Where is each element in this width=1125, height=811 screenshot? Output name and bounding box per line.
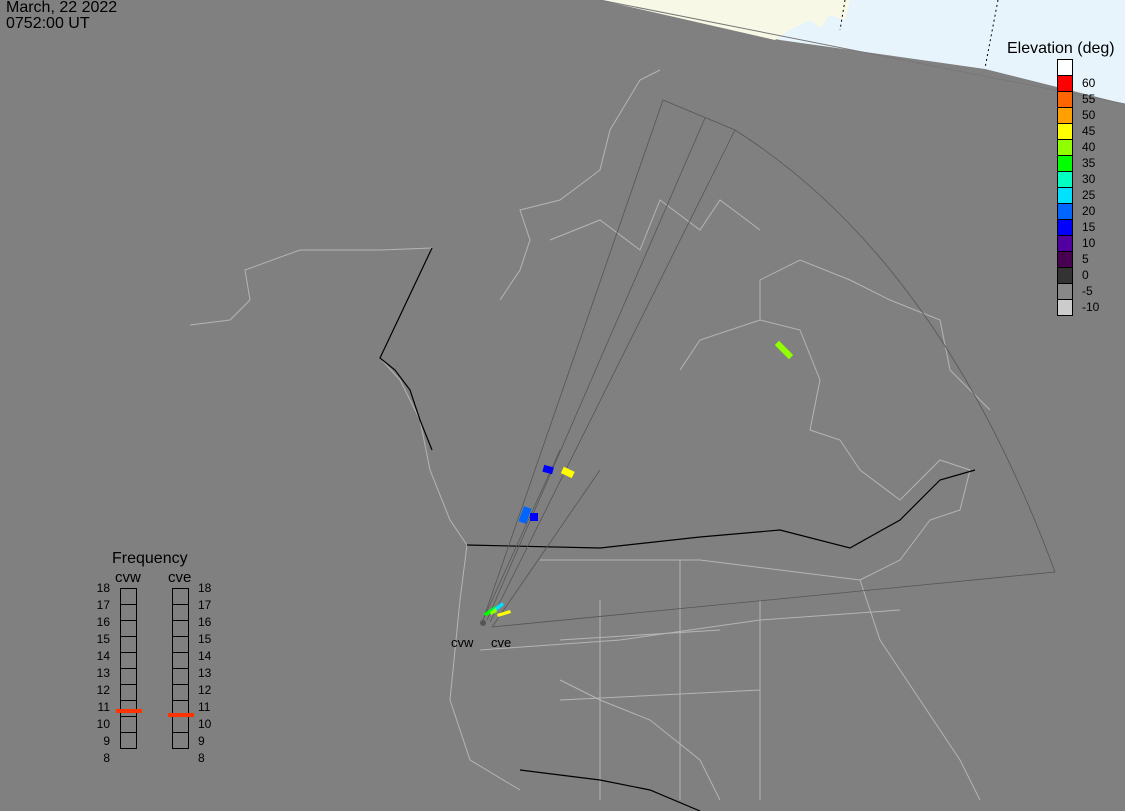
- frequency-tick-label: 10: [96, 717, 110, 731]
- colorbar-label: 55: [1082, 92, 1096, 106]
- frequency-tick-label: 11: [198, 700, 211, 714]
- frequency-tick-label: 9: [198, 734, 205, 748]
- frequency-tick-label: 13: [96, 666, 110, 680]
- borders: [379, 247, 976, 811]
- frequency-cell: [172, 620, 189, 637]
- colorbar-cell: [1057, 91, 1073, 108]
- frequency-tick-label: 8: [198, 751, 205, 765]
- time-label: 0752:00 UT: [6, 15, 90, 32]
- frequency-marker-cvw: [116, 709, 142, 714]
- frequency-tick-label: 16: [198, 615, 212, 629]
- colorbar-label: -5: [1082, 284, 1093, 298]
- colorbar-label: 35: [1082, 156, 1096, 170]
- frequency-cell: [120, 636, 137, 653]
- frequency-bar-cvw: [120, 588, 137, 759]
- frequency-tick-label: 12: [96, 683, 110, 697]
- colorbar-cell: [1057, 283, 1073, 300]
- site-label-cvw: cvw: [451, 635, 474, 650]
- colorbar-label: 0: [1082, 268, 1089, 282]
- frequency-cell: [120, 684, 137, 701]
- colorbar-cell: [1057, 299, 1073, 316]
- radar-fov: [482, 99, 1056, 628]
- frequency-tick-label: 16: [96, 615, 110, 629]
- frequency-tick-label: 18: [96, 581, 110, 595]
- colorbar-cell: [1057, 75, 1073, 92]
- frequency-tick-label: 13: [198, 666, 212, 680]
- colorbar-cell: [1057, 203, 1073, 220]
- frequency-tick-label: 14: [198, 649, 212, 663]
- frequency-title: Frequency: [112, 550, 188, 567]
- frequency-cell: [172, 588, 189, 605]
- date-label: March, 22 2022: [6, 0, 118, 16]
- frequency-cell: [120, 668, 137, 685]
- colorbar-label: 10: [1082, 236, 1096, 250]
- colorbar-cell: [1057, 139, 1073, 156]
- frequency-tick-label: 15: [96, 632, 110, 646]
- colorbar-cell: [1057, 171, 1073, 188]
- colorbar-label: 5: [1082, 252, 1089, 266]
- frequency-cell: [172, 732, 189, 749]
- colorbar-cell: [1057, 187, 1073, 204]
- frequency-tick-label: 10: [198, 717, 212, 731]
- frequency-cell: [172, 716, 189, 733]
- colorbar-label: 30: [1082, 172, 1096, 186]
- colorbar-label: 40: [1082, 140, 1096, 154]
- scatter-patches: [480, 340, 794, 626]
- colorbar-cell: [1057, 123, 1073, 140]
- timestamp: March, 22 2022 0752:00 UT: [6, 0, 117, 32]
- frequency-cell: [172, 652, 189, 669]
- colorbar-cell: [1057, 235, 1073, 252]
- frequency-cell: [172, 604, 189, 621]
- radar-name-cvw: cvw: [115, 569, 141, 586]
- frequency-tick-label: 17: [96, 598, 110, 612]
- frequency-cell: [120, 716, 137, 733]
- colorbar-cell: [1057, 219, 1073, 236]
- colorbar-label: -10: [1082, 300, 1100, 314]
- frequency-cell: [120, 620, 137, 637]
- coastlines: [189, 69, 991, 801]
- frequency-cell: [172, 668, 189, 685]
- frequency-tick-label: 8: [103, 751, 110, 765]
- frequency-tick-label: 18: [198, 581, 212, 595]
- frequency-tick-label: 14: [96, 649, 110, 663]
- frequency-cell: [172, 684, 189, 701]
- map: [189, 0, 1125, 811]
- frequency-cell: [172, 636, 189, 653]
- elevation-colorbar: [1057, 59, 1073, 316]
- colorbar-cell: [1057, 267, 1073, 284]
- frequency-bar-cve: [172, 588, 189, 759]
- radar-site-marker: [480, 620, 486, 626]
- colorbar-label: 20: [1082, 204, 1096, 218]
- frequency-cell: [120, 652, 137, 669]
- elevation-legend-title: Elevation (deg): [1007, 40, 1115, 57]
- colorbar-cell: [1057, 155, 1073, 172]
- frequency-cell: [120, 604, 137, 621]
- colorbar-cell: [1057, 251, 1073, 268]
- site-label-cve: cve: [491, 635, 512, 650]
- colorbar-cell: [1057, 59, 1073, 76]
- colorbar-label: 25: [1082, 188, 1096, 202]
- colorbar-label: 15: [1082, 220, 1096, 234]
- colorbar-label: 60: [1082, 76, 1096, 90]
- frequency-cell: [120, 732, 137, 749]
- frequency-tick-label: 15: [198, 632, 212, 646]
- frequency-tick-label: 17: [198, 598, 212, 612]
- radar-name-cve: cve: [168, 569, 192, 586]
- colorbar-cell: [1057, 107, 1073, 124]
- frequency-tick-label: 9: [103, 734, 110, 748]
- frequency-cell: [120, 588, 137, 605]
- frequency-tick-label: 12: [198, 683, 212, 697]
- colorbar-label: 45: [1082, 124, 1096, 138]
- colorbar-label: 50: [1082, 108, 1096, 122]
- frequency-marker-cve: [168, 712, 194, 717]
- frequency-tick-label: 11: [97, 700, 110, 714]
